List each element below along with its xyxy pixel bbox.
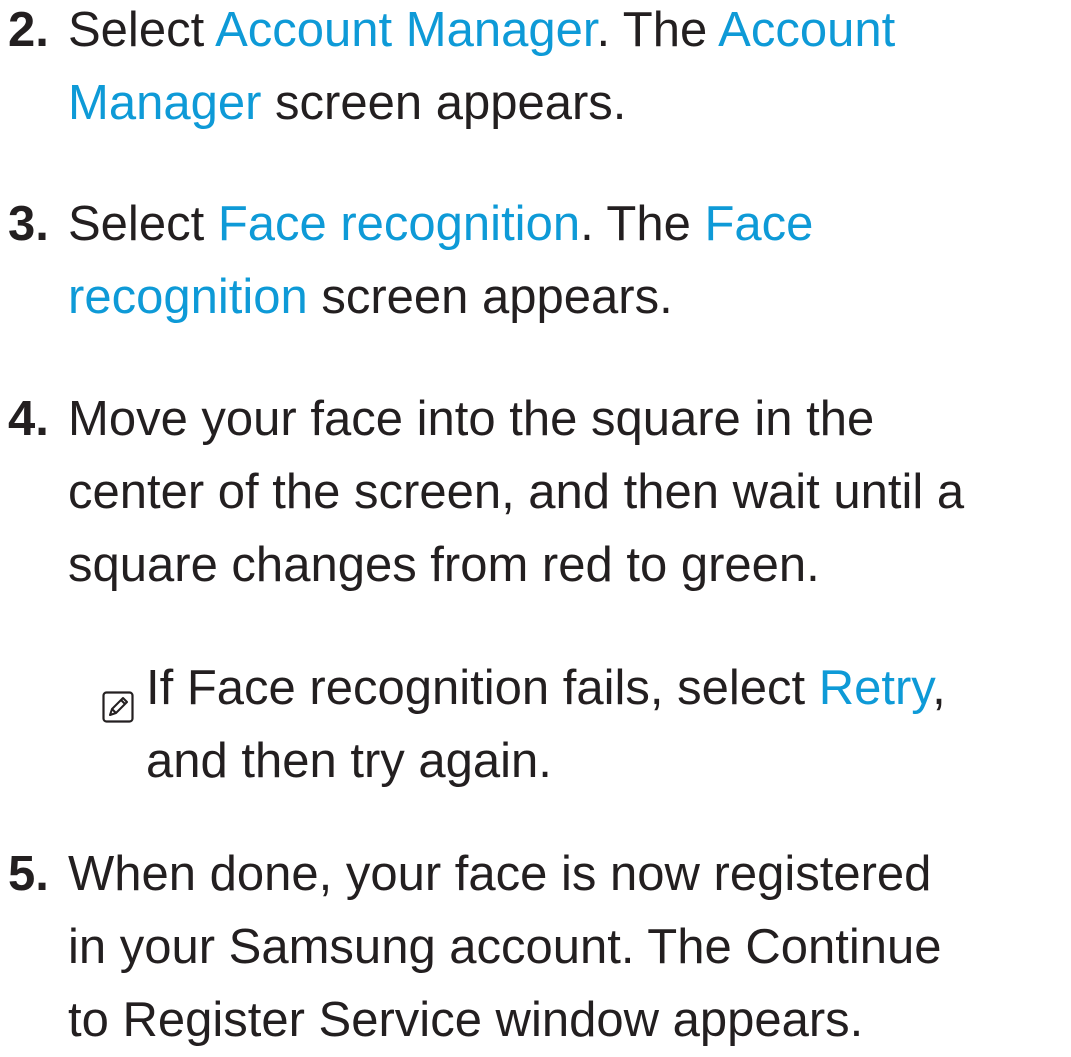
note-line: and then try again. — [146, 734, 552, 788]
ui-term-account-manager: Account Manager — [215, 3, 597, 57]
ui-term-recognition: recognition — [68, 270, 308, 324]
text-run: Select — [68, 197, 218, 251]
ui-term-retry: Retry — [818, 661, 933, 715]
note-pencil-icon — [102, 671, 134, 723]
step-line: center of the screen, and then wait unti… — [68, 465, 965, 519]
ui-term-face: Face — [704, 197, 814, 251]
note-line: If Face recognition fails, select Retry, — [146, 652, 1066, 725]
step-line: Select Face recognition. The Face — [68, 188, 1068, 261]
step-line: Move your face into the square in the — [68, 392, 875, 446]
text-run: screen appears. — [261, 76, 627, 130]
step-number: 5. — [8, 847, 49, 901]
step-number: 4. — [8, 392, 49, 446]
note-text: If Face recognition fails, select Retry,… — [146, 652, 1066, 798]
text-run: , — [932, 661, 946, 715]
step-line: square changes from red to green. — [68, 538, 820, 592]
step-text: Select Account Manager. The Account Mana… — [68, 0, 1068, 140]
step-line: Select Account Manager. The Account — [68, 0, 1068, 67]
ui-term-face-recognition: Face recognition — [217, 197, 581, 251]
text-run: Select — [68, 3, 216, 57]
text-run: . The — [580, 197, 705, 251]
ui-term-account: Account — [718, 3, 896, 57]
step-text: Move your face into the square in the ce… — [68, 383, 1068, 602]
step-line: When done, your face is now registered — [68, 847, 932, 901]
ui-term-manager: Manager — [68, 76, 262, 130]
step-text: Select Face recognition. The Face recogn… — [68, 188, 1068, 334]
text-run: . The — [596, 3, 719, 57]
step-number: 3. — [8, 197, 49, 251]
step-text: When done, your face is now registered i… — [68, 838, 1068, 1057]
step-number: 2. — [8, 3, 49, 57]
step-line: Manager screen appears. — [68, 67, 1068, 140]
step-line: in your Samsung account. The Continue — [68, 920, 942, 974]
step-line: to Register Service window appears. — [68, 993, 864, 1047]
text-run: If Face recognition fails, select — [146, 661, 819, 715]
step-line: recognition screen appears. — [68, 261, 1068, 334]
text-run: screen appears. — [307, 270, 673, 324]
